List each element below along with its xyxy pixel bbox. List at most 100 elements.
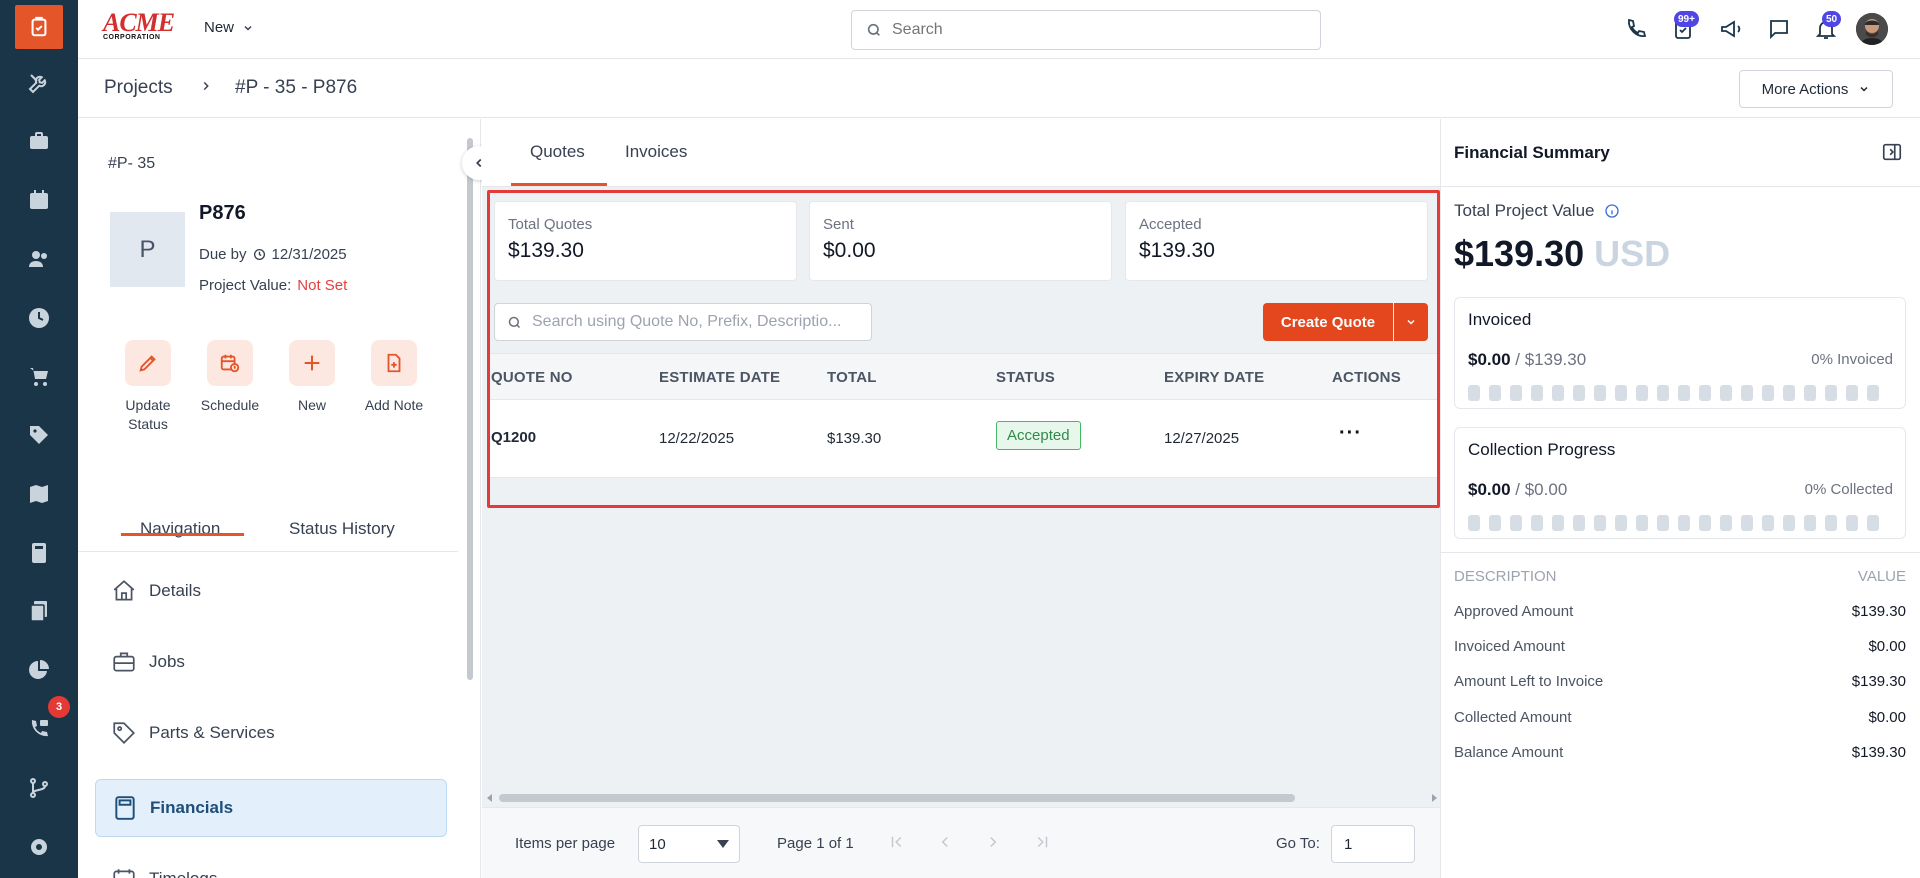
clock-icon[interactable] [24, 303, 54, 333]
schedule-button[interactable]: Schedule [190, 340, 270, 415]
progress-segment [1741, 385, 1753, 401]
items-per-page-select[interactable]: 10 [638, 825, 740, 863]
global-search[interactable] [851, 10, 1321, 50]
phone-chat-icon[interactable] [24, 714, 54, 744]
briefcase-icon[interactable] [24, 126, 54, 156]
progress-segment [1552, 515, 1564, 531]
home-icon [113, 580, 135, 601]
schedule-label: Schedule [200, 397, 260, 413]
total-value-currency: USD [1594, 233, 1671, 274]
gear-icon[interactable] [24, 832, 54, 862]
invoiced-title: Invoiced [1468, 310, 1532, 329]
update-status-button[interactable]: Update Status [108, 340, 188, 434]
progress-segment [1510, 385, 1522, 401]
quotes-panel: Quotes Invoices Total Quotes $139.30 Sen… [482, 119, 1447, 878]
progress-segment [1762, 515, 1774, 531]
megaphone-icon[interactable] [1718, 16, 1744, 42]
progress-segment [1783, 385, 1795, 401]
panel-scrollbar[interactable] [466, 122, 474, 872]
nav-item-financials[interactable]: Financials [95, 779, 447, 837]
nav-item-details[interactable]: Details [95, 563, 447, 619]
pie-chart-icon[interactable] [24, 655, 54, 685]
summary-table-header: DESCRIPTION VALUE [1454, 568, 1906, 585]
goto-page-input[interactable]: 1 [1331, 825, 1415, 863]
progress-segment [1699, 385, 1711, 401]
update-status-label: Update Status [125, 397, 171, 432]
progress-segment [1825, 385, 1837, 401]
add-note-label: Add Note [364, 397, 424, 413]
map-icon[interactable] [24, 479, 54, 509]
project-value[interactable]: Not Set [297, 277, 347, 294]
breadcrumb-bar: Projects #P - 35 - P876 More Actions [78, 59, 1920, 118]
scroll-left-icon[interactable] [486, 794, 494, 802]
scrollbar-thumb[interactable] [467, 138, 473, 680]
total-label-text: Total Project Value [1454, 201, 1595, 220]
users-icon[interactable] [24, 244, 54, 274]
tasks-badge: 99+ [1674, 11, 1699, 27]
progress-segment [1825, 515, 1837, 531]
progress-segment [1552, 385, 1564, 401]
documents-icon[interactable] [24, 596, 54, 626]
tab-invoices[interactable]: Invoices [625, 142, 687, 162]
financial-summary-title: Financial Summary [1454, 143, 1610, 162]
nav-item-timelogs[interactable]: Timelogs [95, 851, 447, 878]
caret-down-icon [717, 840, 729, 848]
summary-row-label: Amount Left to Invoice [1454, 673, 1604, 690]
project-avatar: P [110, 212, 185, 287]
phone-badge: 3 [48, 696, 70, 718]
add-note-button[interactable]: Add Note [354, 340, 434, 415]
global-search-input[interactable] [892, 21, 1292, 39]
new-action-button[interactable]: New [272, 340, 352, 415]
calendar-clock-icon [207, 340, 253, 386]
tools-icon[interactable] [24, 68, 54, 98]
calendar-icon[interactable] [24, 185, 54, 215]
total-value-amount: $139.30 [1454, 233, 1585, 274]
next-page-icon[interactable] [983, 832, 1003, 852]
phone-icon[interactable] [1623, 16, 1649, 42]
search-icon [867, 23, 880, 36]
git-branch-icon[interactable] [24, 773, 54, 803]
tab-status-history[interactable]: Status History [289, 519, 395, 539]
briefcase-icon [113, 652, 135, 672]
nav-item-jobs[interactable]: Jobs [95, 634, 447, 690]
progress-segment [1573, 515, 1585, 531]
collection-percent: 0% Collected [1804, 481, 1893, 498]
breadcrumb-projects-link[interactable]: Projects [104, 77, 173, 99]
divider [1441, 186, 1920, 187]
nav-item-parts-services[interactable]: Parts & Services [95, 705, 447, 761]
nav-parts-services-label: Parts & Services [149, 723, 275, 742]
scroll-right-icon[interactable] [1430, 794, 1438, 802]
summary-row-value: $139.30 [1851, 744, 1906, 761]
prev-page-icon[interactable] [935, 832, 955, 852]
tag-icon[interactable] [24, 420, 54, 450]
info-icon[interactable] [1604, 203, 1620, 219]
company-logo[interactable]: ACME CORPORATION [103, 10, 179, 44]
tab-navigation[interactable]: Navigation [140, 519, 220, 539]
due-date-row: Due by 12/31/2025 [199, 246, 347, 263]
last-page-icon[interactable] [1032, 832, 1052, 852]
summary-row-label: Approved Amount [1454, 603, 1574, 620]
financial-summary-panel: Financial Summary Total Project Value $1… [1440, 119, 1920, 878]
table-horizontal-scrollbar[interactable] [486, 791, 1438, 803]
first-page-icon[interactable] [887, 832, 907, 852]
new-dropdown[interactable]: New [204, 19, 254, 36]
more-actions-button[interactable]: More Actions [1739, 70, 1893, 108]
page-info: Page 1 of 1 [777, 835, 854, 852]
progress-segment [1741, 515, 1753, 531]
progress-segment [1678, 515, 1690, 531]
tab-quotes[interactable]: Quotes [530, 142, 585, 162]
cart-icon[interactable] [24, 361, 54, 391]
active-tab-indicator [121, 533, 244, 536]
user-avatar[interactable] [1856, 13, 1888, 45]
panel-tabs: Navigation Status History [78, 492, 458, 552]
progress-segment [1531, 515, 1543, 531]
nav-financials-label: Financials [150, 798, 234, 817]
progress-segment [1573, 385, 1585, 401]
scrollbar-thumb[interactable] [499, 794, 1295, 802]
chat-icon[interactable] [1766, 16, 1792, 42]
highlight-outline [487, 190, 1440, 508]
collection-progress-card: Collection Progress $0.00 / $0.00 0% Col… [1454, 427, 1906, 539]
panel-toggle-icon[interactable] [1881, 141, 1903, 166]
projects-app-button[interactable] [15, 5, 63, 49]
calculator-icon[interactable] [24, 538, 54, 568]
